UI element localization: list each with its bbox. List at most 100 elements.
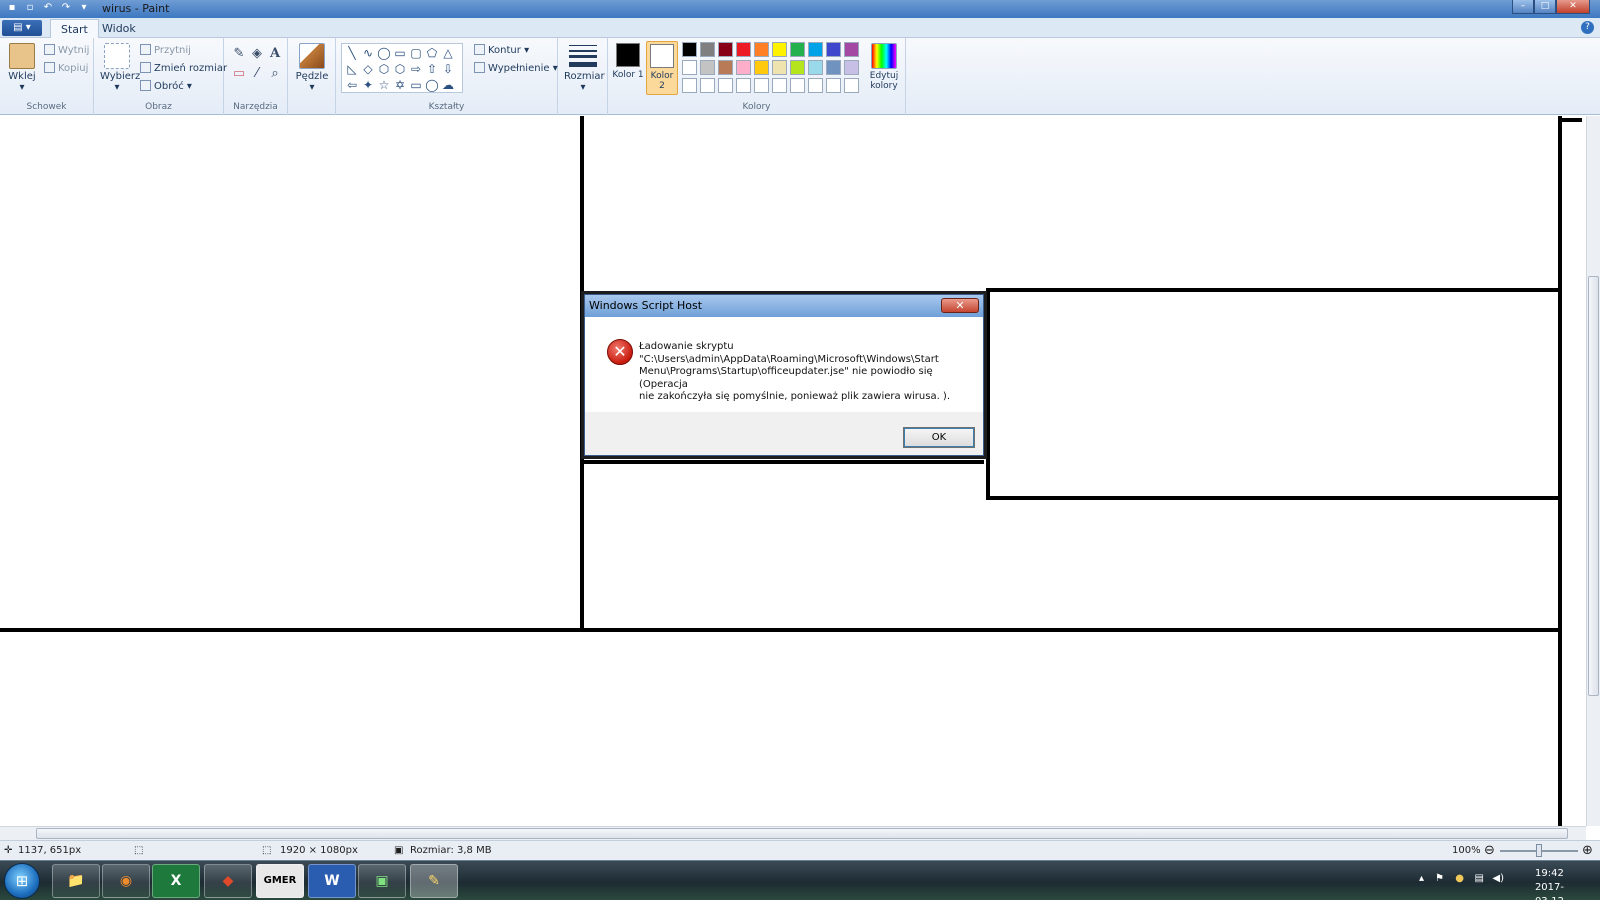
color-swatch[interactable] bbox=[718, 42, 733, 57]
shape-option[interactable]: ⇦ bbox=[344, 77, 360, 93]
customize-qa-icon[interactable]: ▾ bbox=[78, 2, 90, 14]
outline-button[interactable]: Kontur ▾ bbox=[474, 44, 529, 56]
color-swatch[interactable] bbox=[772, 60, 787, 75]
cut-button[interactable]: Wytnij bbox=[44, 44, 89, 56]
taskbar-firefox-icon[interactable]: ◉ bbox=[102, 864, 150, 898]
color-swatch[interactable] bbox=[736, 60, 751, 75]
shape-option[interactable]: ∿ bbox=[360, 45, 376, 61]
shape-option[interactable]: ⬠ bbox=[424, 45, 440, 61]
color-swatch[interactable] bbox=[700, 78, 715, 93]
color-swatch[interactable] bbox=[790, 42, 805, 57]
shape-option[interactable]: ⇨ bbox=[408, 61, 424, 77]
paste-button[interactable]: Wklej ▾ bbox=[6, 43, 38, 93]
shape-option[interactable]: ⬡ bbox=[376, 61, 392, 77]
taskbar-word-icon[interactable]: W bbox=[308, 864, 356, 898]
zoom-out-icon[interactable]: ⊖ bbox=[1484, 843, 1495, 858]
shape-option[interactable]: ◯ bbox=[376, 45, 392, 61]
horizontal-scrollbar[interactable] bbox=[0, 826, 1586, 840]
shape-option[interactable]: ╲ bbox=[344, 45, 360, 61]
shape-option[interactable]: △ bbox=[440, 45, 456, 61]
color-swatch[interactable] bbox=[682, 60, 697, 75]
paint-app-icon[interactable]: ▪ bbox=[6, 2, 18, 14]
color-swatch[interactable] bbox=[754, 42, 769, 57]
color-swatch[interactable] bbox=[844, 42, 859, 57]
antivirus-icon[interactable]: ● bbox=[1455, 873, 1464, 884]
shape-option[interactable]: ▢ bbox=[408, 45, 424, 61]
taskbar-app-icon[interactable]: ◆ bbox=[204, 864, 252, 898]
color-swatch[interactable] bbox=[826, 42, 841, 57]
color-swatch[interactable] bbox=[754, 60, 769, 75]
flag-icon[interactable]: ⚑ bbox=[1435, 873, 1444, 884]
taskbar-terminal-icon[interactable]: ▣ bbox=[358, 864, 406, 898]
ok-button[interactable]: OK bbox=[903, 427, 975, 448]
drawing-canvas[interactable] bbox=[0, 116, 1586, 826]
color-swatch[interactable] bbox=[718, 78, 733, 93]
color-swatch[interactable] bbox=[844, 78, 859, 93]
shape-option[interactable]: ◺ bbox=[344, 61, 360, 77]
color-swatch[interactable] bbox=[844, 60, 859, 75]
magnifier-icon[interactable]: ⌕ bbox=[266, 66, 284, 86]
undo-icon[interactable]: ↶ bbox=[42, 2, 54, 14]
shape-option[interactable]: ✡ bbox=[392, 77, 408, 93]
shape-option[interactable]: ▭ bbox=[392, 45, 408, 61]
color-swatch[interactable] bbox=[682, 42, 697, 57]
shape-option[interactable]: ✦ bbox=[360, 77, 376, 93]
color-swatch[interactable] bbox=[790, 60, 805, 75]
shape-option[interactable]: ◇ bbox=[360, 61, 376, 77]
taskbar-explorer-icon[interactable]: 📁 bbox=[52, 864, 100, 898]
clock[interactable]: 19:42 2017-03-12 bbox=[1535, 867, 1564, 909]
tab-view[interactable]: Widok bbox=[92, 19, 146, 38]
color-picker-icon[interactable]: ⁄ bbox=[248, 66, 266, 86]
maximize-button[interactable]: □ bbox=[1534, 0, 1556, 14]
start-button[interactable]: ⊞ bbox=[4, 863, 40, 899]
pencil-icon[interactable]: ✎ bbox=[230, 46, 248, 66]
taskbar-paint-icon[interactable]: ✎ bbox=[410, 864, 458, 898]
vertical-scrollbar[interactable] bbox=[1586, 116, 1600, 826]
shape-option[interactable]: ☁ bbox=[440, 77, 456, 93]
file-menu-button[interactable]: ▤ ▾ bbox=[2, 20, 42, 36]
color2-button[interactable]: Kolor 2 bbox=[646, 41, 678, 95]
color-swatch[interactable] bbox=[700, 60, 715, 75]
color-swatch[interactable] bbox=[808, 78, 823, 93]
shapes-gallery[interactable]: ╲ ∿ ◯ ▭ ▢ ⬠ △ ◺ ◇ ⬡ ⬡ ⇨ ⇧ ⇩ ⇦ ✦ ☆ ✡ ▭ ◯ ☁ bbox=[341, 43, 463, 93]
size-button[interactable]: Rozmiar ▾ bbox=[564, 43, 605, 93]
close-button[interactable]: ✕ bbox=[1556, 0, 1590, 14]
color-swatch[interactable] bbox=[772, 42, 787, 57]
horizontal-scroll-thumb[interactable] bbox=[36, 828, 1568, 839]
color1-button[interactable]: Kolor 1 bbox=[612, 41, 644, 95]
color-swatch[interactable] bbox=[736, 42, 751, 57]
eraser-icon[interactable]: ▭ bbox=[230, 66, 248, 86]
color-swatch[interactable] bbox=[700, 42, 715, 57]
color-swatch[interactable] bbox=[808, 60, 823, 75]
brushes-button[interactable]: Pędzle ▾ bbox=[294, 43, 330, 93]
shape-option[interactable]: ⬡ bbox=[392, 61, 408, 77]
edit-colors-button[interactable]: Edytuj kolory bbox=[864, 43, 904, 91]
minimize-button[interactable]: – bbox=[1512, 0, 1534, 14]
network-icon[interactable]: ▤ bbox=[1475, 873, 1484, 884]
rotate-button[interactable]: Obróć ▾ bbox=[140, 80, 192, 92]
color-swatch[interactable] bbox=[790, 78, 805, 93]
taskbar-gmer-icon[interactable]: GMER bbox=[256, 864, 304, 898]
color-swatch[interactable] bbox=[682, 78, 697, 93]
shape-option[interactable]: ⇧ bbox=[424, 61, 440, 77]
taskbar-excel-icon[interactable]: X bbox=[152, 864, 200, 898]
fill-button[interactable]: Wypełnienie ▾ bbox=[474, 62, 558, 74]
zoom-slider-thumb[interactable] bbox=[1536, 844, 1542, 857]
redo-icon[interactable]: ↷ bbox=[60, 2, 72, 14]
color-swatch[interactable] bbox=[808, 42, 823, 57]
color-swatch[interactable] bbox=[826, 60, 841, 75]
tray-expand-icon[interactable]: ▴ bbox=[1419, 873, 1424, 884]
vertical-scroll-thumb[interactable] bbox=[1588, 276, 1599, 696]
shape-option[interactable]: ▭ bbox=[408, 77, 424, 93]
save-icon[interactable]: ▫ bbox=[24, 2, 36, 14]
shape-option[interactable]: ◯ bbox=[424, 77, 440, 93]
resize-button[interactable]: Zmień rozmiar bbox=[140, 62, 227, 74]
shape-option[interactable]: ⇩ bbox=[440, 61, 456, 77]
fill-icon[interactable]: ◈ bbox=[248, 46, 266, 66]
color-swatch[interactable] bbox=[754, 78, 769, 93]
help-icon[interactable]: ? bbox=[1581, 21, 1594, 34]
dialog-close-button[interactable]: ✕ bbox=[941, 298, 979, 313]
color-swatch[interactable] bbox=[772, 78, 787, 93]
volume-icon[interactable]: ◀) bbox=[1492, 873, 1504, 884]
copy-button[interactable]: Kopiuj bbox=[44, 62, 88, 74]
